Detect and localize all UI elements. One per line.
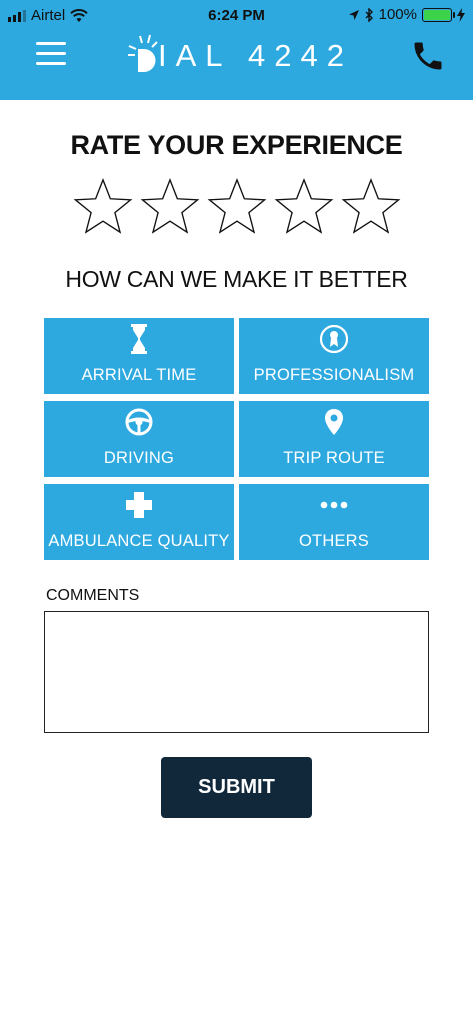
- medical-cross-icon: [126, 492, 152, 518]
- star-5-icon[interactable]: [340, 176, 402, 238]
- star-4-icon[interactable]: [273, 176, 335, 238]
- option-label: OTHERS: [299, 532, 369, 550]
- rating-title: RATE YOUR EXPERIENCE: [70, 130, 403, 160]
- star-rating: [72, 176, 402, 240]
- option-driving[interactable]: DRIVING: [44, 401, 234, 477]
- option-label: DRIVING: [103, 449, 175, 467]
- location-pin-icon: [325, 409, 343, 435]
- phone-icon: [414, 42, 442, 70]
- location-arrow-icon: [348, 9, 359, 20]
- option-label: TRIP ROUTE: [283, 449, 385, 467]
- more-dots-icon: [320, 501, 348, 509]
- logo-text: IAL 4242: [158, 38, 353, 73]
- hourglass-icon: [131, 324, 147, 354]
- battery-icon: [422, 7, 455, 22]
- menu-button[interactable]: [36, 40, 66, 68]
- star-2-icon[interactable]: [139, 176, 201, 238]
- submit-button[interactable]: SUBMIT: [161, 757, 312, 818]
- comments-label: COMMENTS: [46, 587, 140, 604]
- option-ambulance-quality[interactable]: AMBULANCE QUALITY: [44, 484, 234, 560]
- star-1-icon[interactable]: [72, 176, 134, 238]
- battery-percent: 100%: [378, 6, 417, 23]
- star-3-icon[interactable]: [206, 176, 268, 238]
- logo-d-icon: [128, 34, 158, 72]
- badge-icon: [319, 324, 349, 354]
- status-bar: Airtel 6:24 PM 100%: [0, 0, 473, 32]
- option-trip-route[interactable]: TRIP ROUTE: [239, 401, 429, 477]
- bluetooth-icon: [365, 7, 373, 22]
- option-arrival-time[interactable]: ARRIVAL TIME: [44, 318, 234, 394]
- option-label: ARRIVAL TIME: [81, 366, 197, 384]
- option-professionalism[interactable]: PROFESSIONALISM: [239, 318, 429, 394]
- improve-title: HOW CAN WE MAKE IT BETTER: [65, 266, 408, 292]
- option-label: PROFESSIONALISM: [253, 366, 415, 384]
- feedback-options-grid: ARRIVAL TIME PROFESSIONALISM DRIVING TRI…: [44, 318, 429, 560]
- option-label: AMBULANCE QUALITY: [48, 532, 230, 550]
- steering-wheel-icon: [125, 408, 153, 436]
- comments-input[interactable]: [44, 611, 429, 733]
- call-button[interactable]: [410, 38, 446, 74]
- app-header: Airtel 6:24 PM 100% IAL 4242: [0, 0, 473, 100]
- app-logo: IAL 4242: [126, 32, 353, 80]
- charging-icon: [457, 7, 465, 22]
- option-others[interactable]: OTHERS: [239, 484, 429, 560]
- status-right: 100%: [348, 6, 465, 23]
